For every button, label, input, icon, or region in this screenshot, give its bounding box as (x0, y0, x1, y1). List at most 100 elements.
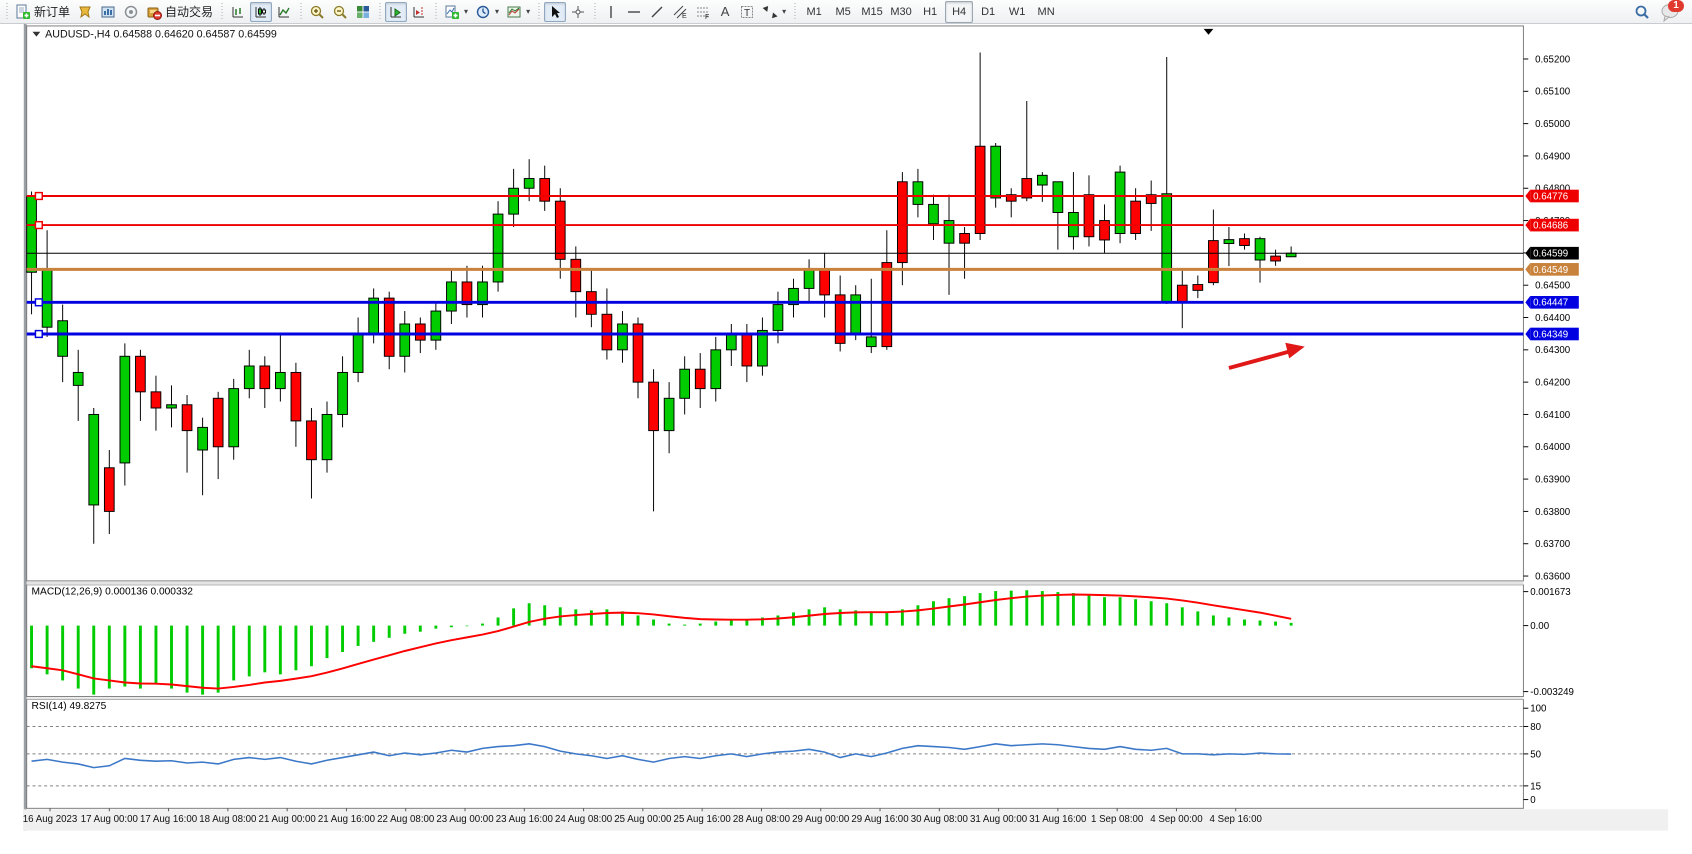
periods-caret-icon: ▾ (495, 7, 499, 16)
candle-body (913, 182, 923, 205)
shift-chart-button[interactable] (408, 2, 430, 22)
cursor-button[interactable] (544, 2, 566, 22)
time-axis-label: 25 Aug 16:00 (674, 814, 732, 825)
zoom-in-button[interactable] (306, 2, 328, 22)
svg-text:E: E (682, 13, 687, 20)
templates-caret-icon: ▾ (526, 7, 530, 16)
price-tick-label: 0.64300 (1535, 345, 1571, 356)
templates-button[interactable]: ▾ (503, 2, 533, 22)
price-badge-notch (1525, 247, 1530, 260)
label-tool-button[interactable]: T (736, 2, 758, 22)
candle-body (758, 330, 768, 366)
toolbar-grip[interactable] (792, 3, 797, 21)
price-axis[interactable]: 0.652000.651000.650000.649000.648000.647… (1523, 54, 1578, 582)
candle-body (151, 392, 161, 408)
zoom-out-icon (332, 4, 348, 20)
arrows-tool-button[interactable]: ▾ (759, 2, 789, 22)
candle-body (866, 337, 876, 347)
macd-label: MACD(12,26,9) 0.000136 0.000332 (32, 587, 194, 598)
toolbar-grip[interactable] (377, 3, 382, 21)
crosshair-button[interactable] (567, 2, 589, 22)
timeframe-h1-button[interactable]: H1 (916, 1, 944, 23)
time-axis-label: 22 Aug 08:00 (377, 814, 435, 825)
candle-body (618, 324, 628, 350)
candle-body (726, 334, 736, 350)
timeframe-d1-button[interactable]: D1 (974, 1, 1002, 23)
toolbar-grip[interactable] (536, 3, 541, 21)
hline-anchor-marker[interactable] (35, 193, 42, 200)
toolbar-grip[interactable] (219, 3, 224, 21)
trendline-button[interactable] (646, 2, 668, 22)
notification-badge: 1 (1668, 0, 1684, 12)
candle-body (540, 179, 550, 202)
candle-body (1224, 240, 1234, 244)
hline-anchor-marker[interactable] (35, 331, 42, 338)
horizontal-line-icon (626, 4, 642, 20)
indicators-button[interactable]: ▾ (441, 2, 471, 22)
data-window-button[interactable] (97, 2, 119, 22)
price-badge-notch (1525, 296, 1530, 309)
timeframe-m5-button[interactable]: M5 (829, 1, 857, 23)
toolbar-grip[interactable] (298, 3, 303, 21)
line-chart-button[interactable] (273, 2, 295, 22)
candle-body (509, 188, 519, 214)
macd-panel-plot-area[interactable] (27, 585, 1524, 697)
new-order-button[interactable]: 新订单 (12, 2, 73, 22)
timeframe-m30-button[interactable]: M30 (887, 1, 915, 23)
notifications-button[interactable]: 1 (1660, 2, 1682, 22)
auto-trading-button[interactable]: 自动交易 (143, 2, 216, 22)
candle-body (89, 414, 99, 504)
toolbar-grip[interactable] (433, 3, 438, 21)
auto-trading-icon (146, 4, 162, 20)
time-axis-label: 21 Aug 16:00 (318, 814, 376, 825)
sounds-button[interactable] (120, 2, 142, 22)
auto-scroll-button[interactable] (385, 2, 407, 22)
periods-button[interactable]: ▾ (472, 2, 502, 22)
price-badge-label: 0.64349 (1533, 329, 1568, 340)
candle-body (524, 179, 534, 189)
candle-body (680, 369, 690, 398)
hline-anchor-marker[interactable] (35, 222, 42, 229)
timeframe-group: M1M5M15M30H1H4D1W1MN (800, 1, 1060, 23)
tile-windows-button[interactable] (352, 2, 374, 22)
toolbar-grip[interactable] (4, 3, 9, 21)
line-chart-icon (276, 4, 292, 20)
svg-text:F: F (705, 14, 709, 20)
chart-title-ohlc: AUDUSD-,H4 0.64588 0.64620 0.64587 0.645… (45, 29, 277, 41)
vertical-line-button[interactable] (600, 2, 622, 22)
candle-body (851, 295, 861, 334)
panel-separator[interactable] (27, 582, 1524, 585)
price-tick-label: 0.63700 (1535, 539, 1571, 550)
arrows-tool-icon (762, 4, 778, 20)
market-watch-button[interactable] (74, 2, 96, 22)
new-order-icon (15, 4, 31, 20)
search-button[interactable] (1630, 2, 1654, 22)
timeframe-w1-button[interactable]: W1 (1003, 1, 1031, 23)
crosshair-icon (570, 4, 586, 20)
timeframe-mn-button[interactable]: MN (1032, 1, 1060, 23)
hline-anchor-marker[interactable] (35, 299, 42, 306)
fibonacci-button[interactable]: F (692, 2, 714, 22)
horizontal-line-button[interactable] (623, 2, 645, 22)
candle-body (898, 182, 908, 263)
timeframe-m15-button[interactable]: M15 (858, 1, 886, 23)
bar-chart-button[interactable] (227, 2, 249, 22)
candle-body (167, 405, 177, 408)
text-tool-button[interactable]: A (715, 2, 735, 22)
candle-chart-icon (253, 4, 269, 20)
mt4-terminal: { "toolbar": { "new_order_label": "新订单",… (0, 0, 1692, 854)
time-axis-label: 17 Aug 16:00 (140, 814, 198, 825)
tile-windows-icon (355, 4, 371, 20)
timeframe-h4-button[interactable]: H4 (945, 1, 973, 23)
time-axis-label: 31 Aug 16:00 (1029, 814, 1087, 825)
panel-separator[interactable] (27, 698, 1524, 700)
candle-chart-button[interactable] (250, 2, 272, 22)
equidistant-channel-button[interactable]: E (669, 2, 691, 22)
time-axis-label: 4 Sep 00:00 (1150, 814, 1203, 825)
timeframe-m1-button[interactable]: M1 (800, 1, 828, 23)
chart-window[interactable]: AUDUSD-,H4 0.64588 0.64620 0.64587 0.645… (0, 24, 1692, 854)
zoom-out-button[interactable] (329, 2, 351, 22)
toolbar-grip[interactable] (592, 3, 597, 21)
rsi-axis-label: 0 (1530, 795, 1536, 806)
candle-body (649, 382, 659, 430)
